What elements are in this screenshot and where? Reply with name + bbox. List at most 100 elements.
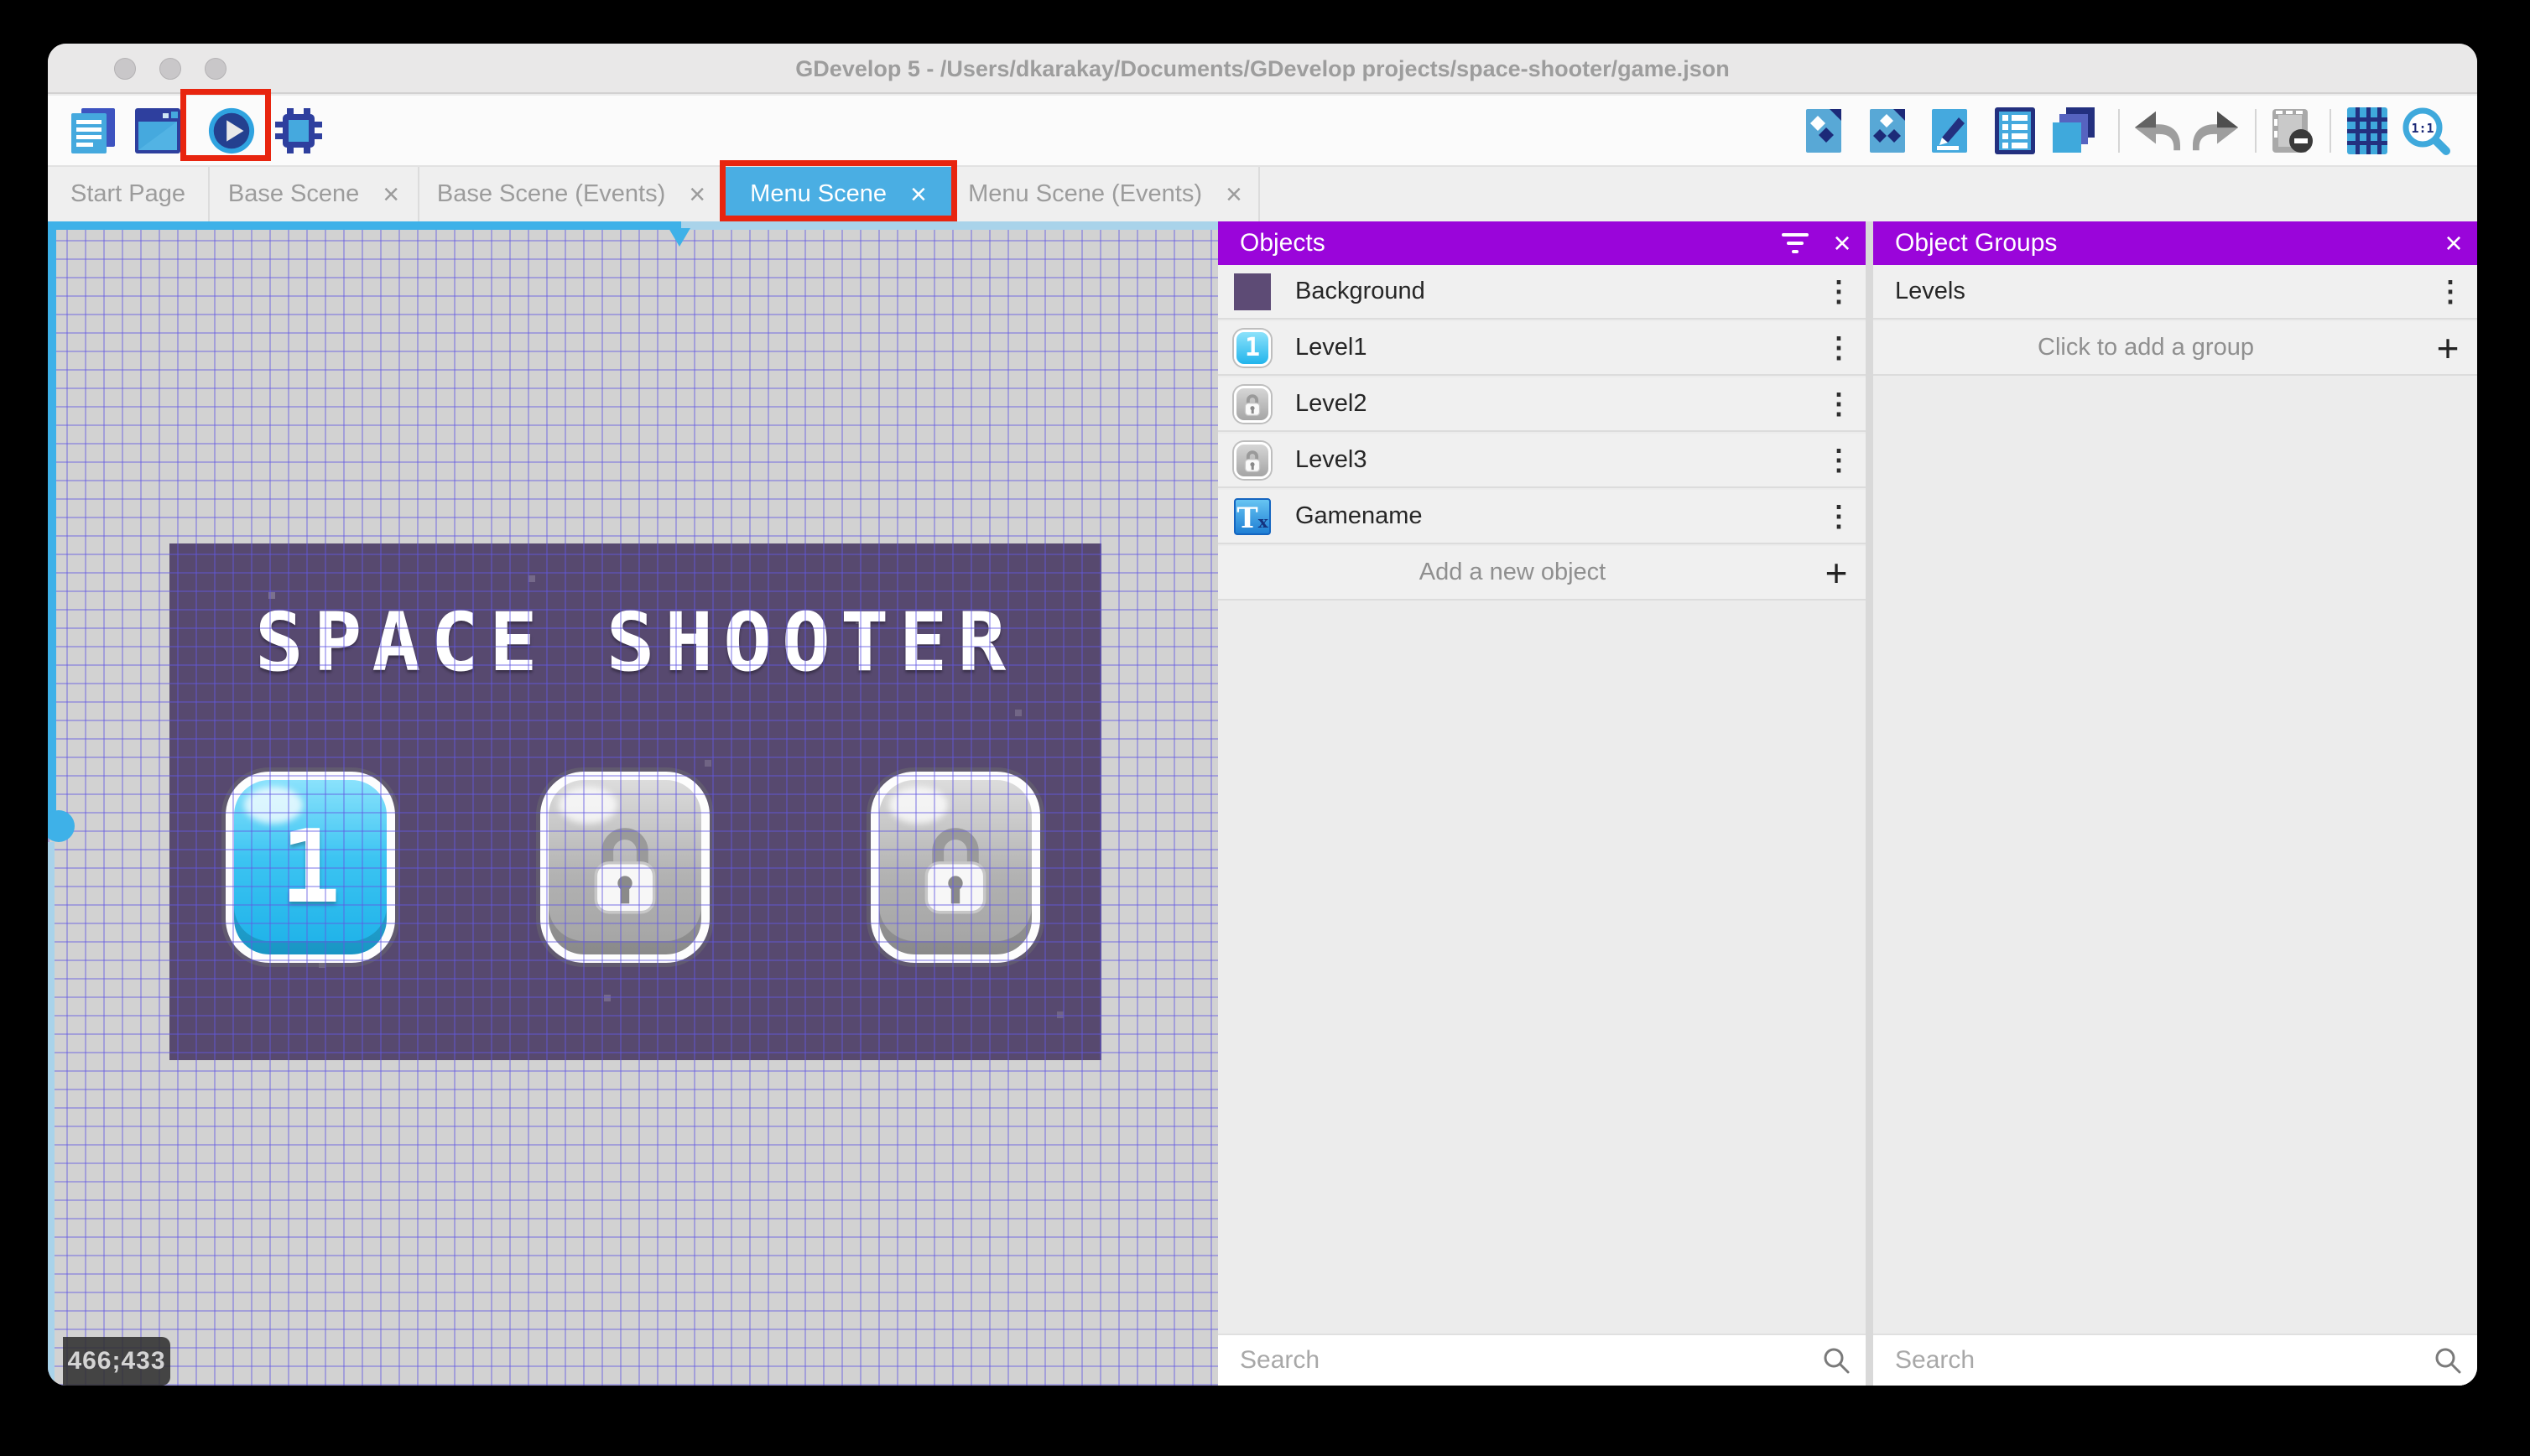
object-menu-button[interactable]: ⋮ xyxy=(1812,500,1866,533)
toggle-layers-panel-button[interactable] xyxy=(2049,106,2098,156)
layers-panel-icon xyxy=(2053,107,2095,153)
grid-icon xyxy=(2347,107,2387,154)
undo-icon xyxy=(2134,111,2180,151)
groups-search-input[interactable] xyxy=(1895,1346,2418,1375)
zoom-original-button[interactable]: 1:1 xyxy=(2402,106,2450,156)
add-object-label: Add a new object xyxy=(1419,559,1606,585)
group-row-levels[interactable]: Levels ⋮ xyxy=(1873,265,2477,320)
object-row-gamename[interactable]: Tx Gamename ⋮ xyxy=(1218,490,1866,544)
tab-close-icon[interactable]: × xyxy=(910,180,927,209)
object-groups-panel-icon xyxy=(1870,109,1905,153)
lock-icon xyxy=(594,828,656,914)
tab-menu-scene-events[interactable]: Menu Scene (Events) × xyxy=(952,167,1260,221)
objects-search-bar xyxy=(1218,1334,1866,1386)
text-object-icon: Tx xyxy=(1233,497,1272,536)
object-menu-button[interactable]: ⋮ xyxy=(1812,444,1866,477)
level1-button-object[interactable]: 1 xyxy=(226,772,395,963)
tab-label: Menu Scene xyxy=(750,180,887,207)
objects-search-input[interactable] xyxy=(1240,1346,1807,1375)
tab-label: Menu Scene (Events) xyxy=(968,180,1202,207)
object-name: Level1 xyxy=(1295,334,1367,361)
object-row-level3[interactable]: Level3 ⋮ xyxy=(1218,434,1866,488)
tab-menu-scene[interactable]: Menu Scene × xyxy=(725,167,952,221)
vertical-scrollbar-knob[interactable] xyxy=(48,810,75,842)
tab-label: Base Scene (Events) xyxy=(436,180,666,207)
toggle-object-groups-panel-button[interactable] xyxy=(1863,106,1912,156)
object-groups-panel-close-button[interactable]: × xyxy=(2430,221,2477,265)
group-name: Levels xyxy=(1895,278,1965,304)
tab-close-icon[interactable]: × xyxy=(1226,180,1242,209)
debugger-button[interactable] xyxy=(274,106,323,156)
toggle-objects-panel-button[interactable] xyxy=(1799,106,1848,156)
toolbar-separator xyxy=(2118,109,2120,153)
toolbar-separator xyxy=(2255,109,2257,153)
title-bar: GDevelop 5 - /Users/dkarakay/Documents/G… xyxy=(48,44,2477,94)
gdevelop-window: GDevelop 5 - /Users/dkarakay/Documents/G… xyxy=(48,44,2477,1386)
tab-start-page[interactable]: Start Page xyxy=(48,167,210,221)
cursor-coordinates-badge: 466;433 xyxy=(63,1337,170,1386)
plus-icon[interactable]: + xyxy=(2418,325,2477,371)
tab-label: Base Scene xyxy=(227,180,360,207)
filter-icon xyxy=(1782,233,1809,253)
plus-icon[interactable]: + xyxy=(1807,550,1866,595)
locked-level-object-icon xyxy=(1233,441,1272,480)
game-scene-viewport[interactable]: SPACE SHOOTER 1 xyxy=(169,543,1101,1060)
svg-text:1:1: 1:1 xyxy=(2411,121,2434,136)
level1-object-icon: 1 xyxy=(1233,329,1272,367)
level2-locked-button-object[interactable] xyxy=(540,772,710,963)
objects-panel-header: Objects × xyxy=(1218,221,1866,265)
toggle-instances-panel-button[interactable] xyxy=(1991,106,2039,156)
add-group-row[interactable]: Click to add a group + xyxy=(1873,321,2477,376)
search-icon xyxy=(2418,1346,2477,1375)
redo-button[interactable] xyxy=(2193,106,2241,156)
object-menu-button[interactable]: ⋮ xyxy=(1812,275,1866,309)
project-manager-icon xyxy=(71,108,115,153)
preview-play-button[interactable] xyxy=(207,106,256,156)
group-menu-button[interactable]: ⋮ xyxy=(2423,275,2477,309)
level1-digit: 1 xyxy=(279,809,341,926)
object-groups-panel-title: Object Groups xyxy=(1895,229,2058,257)
tab-label: Start Page xyxy=(70,180,186,207)
add-object-row[interactable]: Add a new object + xyxy=(1218,546,1866,601)
locked-level-object-icon xyxy=(1233,385,1272,424)
horizontal-scrollbar[interactable] xyxy=(48,221,681,230)
add-group-label: Click to add a group xyxy=(2038,334,2254,361)
zoom-1-1-icon: 1:1 xyxy=(2402,107,2450,155)
object-name: Level3 xyxy=(1295,446,1367,473)
toggle-properties-panel-button[interactable] xyxy=(1925,106,1974,156)
toolbar-separator xyxy=(2330,109,2331,153)
project-manager-button[interactable] xyxy=(70,106,118,156)
main-toolbar: 1:1 xyxy=(48,96,2477,165)
filter-button[interactable] xyxy=(1772,221,1819,265)
desktop-background: GDevelop 5 - /Users/dkarakay/Documents/G… xyxy=(0,0,2530,1456)
scene-editor-canvas[interactable]: SPACE SHOOTER 1 466;433 xyxy=(48,221,1218,1386)
tab-base-scene[interactable]: Base Scene × xyxy=(210,167,419,221)
properties-panel-icon xyxy=(1932,109,1967,153)
objects-panel-close-button[interactable]: × xyxy=(1819,221,1866,265)
vertical-scrollbar[interactable] xyxy=(48,221,56,815)
tab-close-icon[interactable]: × xyxy=(689,180,705,209)
open-scene-window-button[interactable] xyxy=(133,106,182,156)
objects-panel-icon xyxy=(1806,109,1841,153)
object-row-background[interactable]: Background ⋮ xyxy=(1218,265,1866,320)
scene-title-text-object[interactable]: SPACE SHOOTER xyxy=(169,595,1101,689)
object-menu-button[interactable]: ⋮ xyxy=(1812,331,1866,365)
tab-close-icon[interactable]: × xyxy=(383,180,399,209)
panel-divider[interactable] xyxy=(1866,221,1873,1386)
object-row-level1[interactable]: 1 Level1 ⋮ xyxy=(1218,321,1866,376)
tab-base-scene-events[interactable]: Base Scene (Events) × xyxy=(419,167,725,221)
scene-window-icon xyxy=(135,108,180,153)
undo-button[interactable] xyxy=(2132,106,2180,156)
toggle-grid-button[interactable] xyxy=(2343,106,2392,156)
object-menu-button[interactable]: ⋮ xyxy=(1812,387,1866,421)
vertical-scrollbar-track[interactable] xyxy=(48,842,55,1386)
horizontal-scrollbar-marker[interactable] xyxy=(669,228,690,247)
play-icon xyxy=(208,107,255,154)
toggle-mask-button[interactable] xyxy=(2269,106,2318,156)
horizontal-scrollbar-track[interactable] xyxy=(681,221,1218,230)
object-groups-panel: Object Groups × Levels ⋮ Click to add a … xyxy=(1873,221,2477,1386)
level3-locked-button-object[interactable] xyxy=(871,772,1040,963)
debug-icon xyxy=(275,108,322,153)
mask-icon xyxy=(2272,109,2313,153)
object-row-level2[interactable]: Level2 ⋮ xyxy=(1218,377,1866,432)
